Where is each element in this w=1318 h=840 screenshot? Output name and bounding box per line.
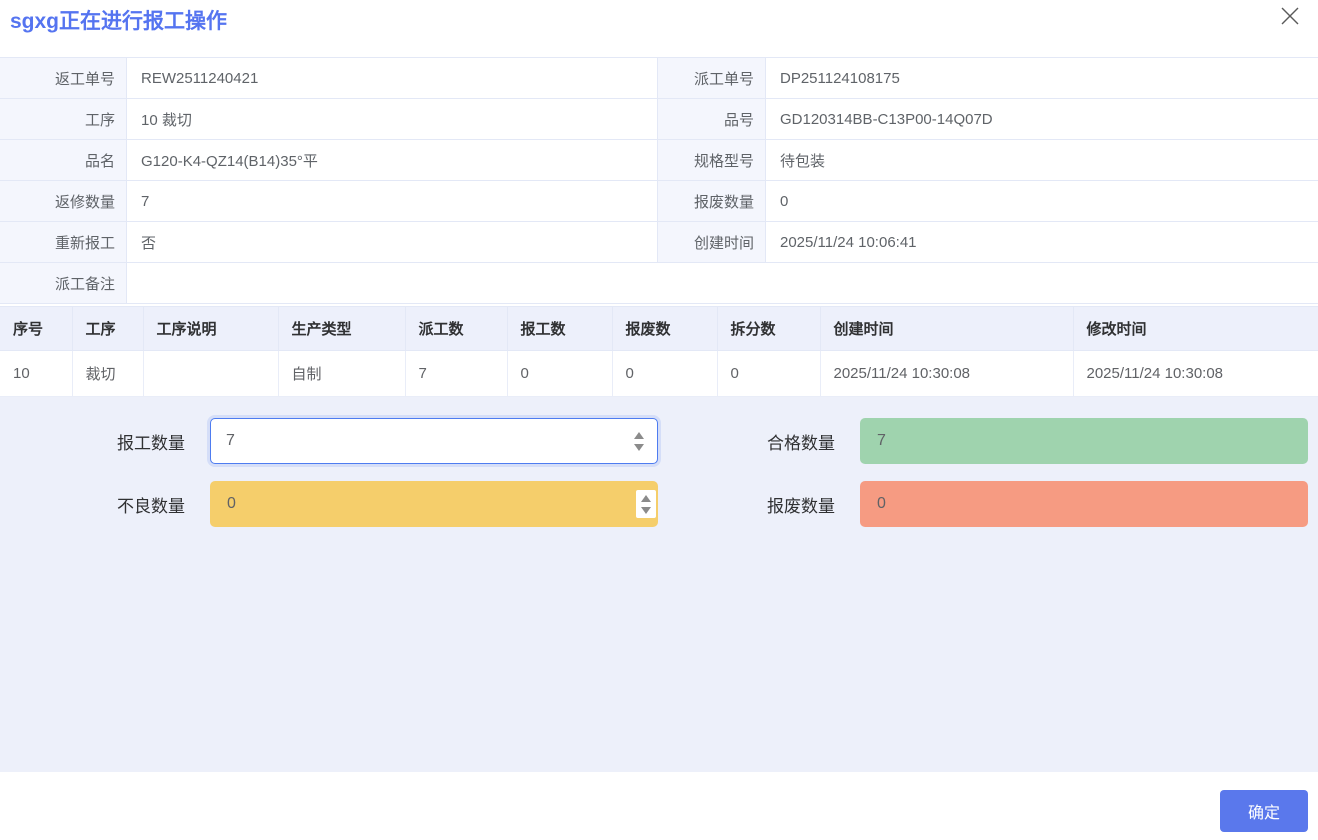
dialog-header: sgxg正在进行报工操作 [0, 0, 1318, 57]
table-header-row: 序号 工序 工序说明 生产类型 派工数 报工数 报废数 拆分数 创建时间 修改时… [0, 307, 1318, 351]
cell-production-type: 自制 [278, 351, 405, 397]
step-down-icon[interactable] [641, 507, 651, 514]
col-header-process: 工序 [72, 307, 143, 351]
field-value-dispatch-remark [127, 263, 1318, 304]
field-label-part-no: 品号 [658, 99, 766, 140]
field-label-spec: 规格型号 [658, 140, 766, 181]
defect-qty-value[interactable]: 0 [210, 481, 658, 527]
cell-process: 裁切 [72, 351, 143, 397]
field-label-part-name: 品名 [0, 140, 127, 181]
field-label-create-time: 创建时间 [658, 222, 766, 263]
cell-dispatch-qty: 7 [405, 351, 507, 397]
cell-split-qty: 0 [717, 351, 820, 397]
col-header-scrap-qty: 报废数 [612, 307, 717, 351]
cell-modify-time: 2025/11/24 10:30:08 [1073, 351, 1318, 397]
col-header-dispatch-qty: 派工数 [405, 307, 507, 351]
field-value-rereport: 否 [127, 222, 658, 263]
field-value-repair-qty: 7 [127, 181, 658, 222]
field-label-rework-no: 返工单号 [0, 58, 127, 99]
dialog-footer: 确定 [0, 772, 1318, 840]
close-button[interactable] [1278, 6, 1302, 30]
col-header-modify-time: 修改时间 [1073, 307, 1318, 351]
scrap-qty-label: 报废数量 [658, 492, 835, 517]
form-row-1: 报工数量 合格数量 7 [0, 418, 1318, 464]
field-label-process: 工序 [0, 99, 127, 140]
col-header-process-desc: 工序说明 [143, 307, 278, 351]
field-value-scrap-qty: 0 [766, 181, 1318, 222]
field-value-process: 10 裁切 [127, 99, 658, 140]
field-value-part-no: GD120314BB-C13P00-14Q07D [766, 99, 1318, 140]
col-header-seq: 序号 [0, 307, 72, 351]
process-detail-table-wrap: 序号 工序 工序说明 生产类型 派工数 报工数 报废数 拆分数 创建时间 修改时… [0, 306, 1318, 397]
qualified-qty-label: 合格数量 [658, 429, 835, 454]
cell-create-time: 2025/11/24 10:30:08 [820, 351, 1073, 397]
defect-qty-label: 不良数量 [0, 492, 185, 517]
field-value-dispatch-no: DP251124108175 [766, 58, 1318, 99]
field-value-create-time: 2025/11/24 10:06:41 [766, 222, 1318, 263]
col-header-production-type: 生产类型 [278, 307, 405, 351]
defect-qty-stepper[interactable] [636, 490, 656, 518]
step-up-icon[interactable] [634, 432, 644, 439]
field-value-rework-no: REW2511240421 [127, 58, 658, 99]
col-header-split-qty: 拆分数 [717, 307, 820, 351]
field-label-repair-qty: 返修数量 [0, 181, 127, 222]
field-label-dispatch-no: 派工单号 [658, 58, 766, 99]
cell-report-qty: 0 [507, 351, 612, 397]
col-header-create-time: 创建时间 [820, 307, 1073, 351]
qualified-qty-field: 7 [860, 418, 1308, 464]
quantity-form-panel: 报工数量 合格数量 7 不良数量 0 报废数量 0 [0, 397, 1318, 772]
qualified-qty-value: 7 [860, 418, 1308, 464]
report-qty-label: 报工数量 [0, 429, 185, 454]
scrap-qty-field: 0 [860, 481, 1308, 527]
field-label-dispatch-remark: 派工备注 [0, 263, 127, 304]
form-row-2: 不良数量 0 报废数量 0 [0, 481, 1318, 527]
report-qty-input[interactable] [210, 418, 658, 464]
confirm-button[interactable]: 确定 [1220, 790, 1308, 832]
step-up-icon[interactable] [641, 495, 651, 502]
report-qty-field [210, 418, 658, 464]
cell-scrap-qty: 0 [612, 351, 717, 397]
defect-qty-field: 0 [210, 481, 658, 527]
table-row[interactable]: 10 裁切 自制 7 0 0 0 2025/11/24 10:30:08 202… [0, 351, 1318, 397]
dialog-title: sgxg正在进行报工操作 [10, 5, 227, 35]
scrap-qty-value: 0 [860, 481, 1308, 527]
field-value-spec: 待包装 [766, 140, 1318, 181]
field-label-rereport: 重新报工 [0, 222, 127, 263]
process-detail-table: 序号 工序 工序说明 生产类型 派工数 报工数 报废数 拆分数 创建时间 修改时… [0, 306, 1318, 397]
work-order-info-grid: 返工单号 REW2511240421 派工单号 DP251124108175 工… [0, 57, 1318, 304]
close-icon [1279, 5, 1301, 32]
report-qty-stepper[interactable] [632, 418, 646, 464]
cell-process-desc [143, 351, 278, 397]
field-value-part-name: G120-K4-QZ14(B14)35°平 [127, 140, 658, 181]
col-header-report-qty: 报工数 [507, 307, 612, 351]
step-down-icon[interactable] [634, 444, 644, 451]
cell-seq: 10 [0, 351, 72, 397]
field-label-scrap-qty: 报废数量 [658, 181, 766, 222]
